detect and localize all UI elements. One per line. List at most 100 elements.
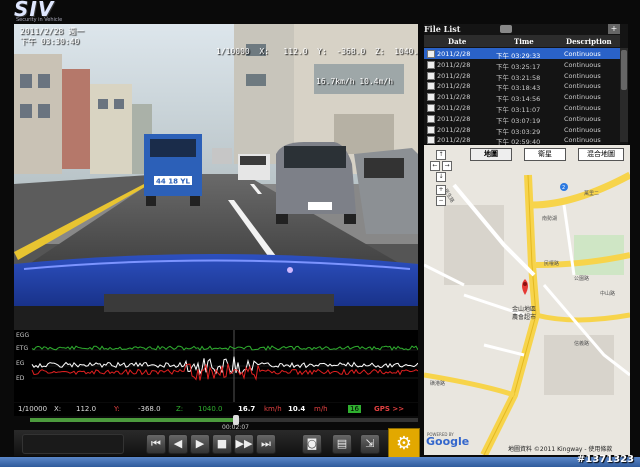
column-date[interactable]: Date xyxy=(448,37,466,46)
map-type-hybrid-button[interactable]: 混合地圖 xyxy=(578,148,624,161)
row-description: Continuous xyxy=(564,136,601,145)
status-z-label: Z: xyxy=(176,405,184,413)
row-checkbox[interactable] xyxy=(427,82,435,91)
video-panel[interactable]: 44 18 YL 2011/2/28 週一 下午 03:30:40 1/1000… xyxy=(14,24,418,330)
row-date: 2011/2/28 xyxy=(437,114,471,123)
map-panel[interactable]: 金山地區 農會超市 民生路 民權路 南勢湖 公園路 萬里二 信義路 中山路 磺港… xyxy=(424,145,630,455)
osd-sensor-xyz: 1/10000 X: 112.0 Y: -368.0 Z: 1040.0 xyxy=(216,47,418,56)
osd-time: 下午 03:30:40 xyxy=(20,37,80,46)
row-checkbox[interactable] xyxy=(427,125,435,134)
status-speed-mph: 10.4 xyxy=(288,405,306,413)
prev-icon[interactable]: ⏮ xyxy=(146,434,166,454)
row-date: 2011/2/28 xyxy=(437,71,471,80)
progress-fill xyxy=(30,418,236,422)
zoom-in-icon[interactable]: + xyxy=(436,185,446,195)
logo-tagline: Security in Vehicle xyxy=(16,17,63,23)
app-logo: SIV Security in Vehicle xyxy=(14,0,74,23)
playback-controls: ⏮ ◀ ▶ ■ ▶▶ ⏭ ◙ ▤ ⇲ xyxy=(14,430,418,456)
row-checkbox[interactable] xyxy=(427,136,435,145)
file-list-row[interactable]: 2011/2/28 下午 03:14:56 Continuous xyxy=(424,91,620,103)
export-icon[interactable]: ⇲ xyxy=(360,434,380,454)
video-osd-sensor: 1/10000 X: 112.0 Y: -368.0 Z: 1040.0 16.… xyxy=(216,27,418,107)
map-poi-label-line1: 金山地區 xyxy=(512,305,536,313)
street-label-5: 萬里二 xyxy=(584,190,599,197)
next-icon[interactable]: ⏭ xyxy=(256,434,276,454)
row-description: Continuous xyxy=(564,93,601,102)
os-taskbar xyxy=(0,457,640,467)
column-time[interactable]: Time xyxy=(514,37,534,46)
row-date: 2011/2/28 xyxy=(437,82,471,91)
row-description: Continuous xyxy=(564,60,601,69)
street-label-6: 信義路 xyxy=(574,340,589,347)
file-list-row[interactable]: 2011/2/28 下午 03:18:43 Continuous xyxy=(424,80,620,92)
forward-icon[interactable]: ▶▶ xyxy=(234,434,254,454)
row-checkbox[interactable] xyxy=(427,114,435,123)
file-list-row[interactable]: 2011/2/28 下午 03:29:33 Continuous xyxy=(424,48,620,60)
truck-plate-text: 44 18 YL xyxy=(156,178,190,186)
street-label-2: 民權路 xyxy=(544,260,559,267)
status-z-value: 1040.0 xyxy=(198,405,223,413)
file-list-row[interactable]: 2011/2/28 下午 03:03:29 Continuous xyxy=(424,124,620,136)
google-logo[interactable]: Google xyxy=(426,435,469,448)
gps-toggle[interactable]: GPS >> xyxy=(374,405,404,413)
video-osd-datetime: 2011/2/28 週一 下午 03:30:40 xyxy=(20,27,84,47)
row-checkbox[interactable] xyxy=(427,93,435,102)
status-scale: 1/10000 xyxy=(18,405,48,413)
row-description: Continuous xyxy=(564,50,601,58)
row-date: 2011/2/28 xyxy=(437,93,471,102)
row-checkbox[interactable] xyxy=(427,60,435,69)
file-list-row[interactable]: 2011/2/28 下午 03:07:19 Continuous xyxy=(424,113,620,125)
map-type-satellite-button[interactable]: 衛星 xyxy=(524,148,566,161)
map-type-map-button[interactable]: 地圖 xyxy=(470,148,512,161)
row-checkbox[interactable] xyxy=(427,50,435,58)
row-checkbox[interactable] xyxy=(427,71,435,80)
dashcam-player-window: SIV Security in Vehicle 44 18 YL 2011/2/… xyxy=(0,0,640,467)
pan-down-icon[interactable]: ↓ xyxy=(436,172,446,182)
play-icon[interactable]: ▶ xyxy=(190,434,210,454)
file-list-row[interactable]: 2011/2/28 下午 03:25:17 Continuous xyxy=(424,59,620,71)
osd-speed: 16.7km/h 10.4m/h xyxy=(316,77,394,86)
status-mph-unit: m/h xyxy=(314,405,328,413)
pan-up-icon[interactable]: ↑ xyxy=(436,150,446,160)
file-list-row[interactable]: 2011/2/28 下午 02:59:40 Continuous xyxy=(424,134,620,146)
volume-slider[interactable] xyxy=(22,434,124,454)
row-date: 2011/2/28 xyxy=(437,103,471,112)
file-list-header: Date Time Description xyxy=(424,35,620,47)
playback-progress-bar[interactable] xyxy=(30,415,418,425)
stop-icon[interactable]: ■ xyxy=(212,434,232,454)
row-date: 2011/2/28 xyxy=(437,136,471,145)
status-kmh-unit: km/h xyxy=(264,405,282,413)
rewind-icon[interactable]: ◀ xyxy=(168,434,188,454)
pan-right-icon[interactable]: → xyxy=(442,161,452,171)
gsensor-graph: EGG ETG EG ED xyxy=(14,330,418,402)
status-y-label: Y: xyxy=(114,405,120,413)
row-description: Continuous xyxy=(564,103,601,112)
street-label-4: 公園路 xyxy=(574,275,589,282)
status-x-label: X: xyxy=(54,405,62,413)
settings-gear-icon[interactable]: ⚙ xyxy=(388,428,420,460)
row-description: Continuous xyxy=(564,114,601,123)
row-description: Continuous xyxy=(564,82,601,91)
scrollbar-thumb[interactable] xyxy=(621,50,627,90)
file-list-row[interactable]: 2011/2/28 下午 03:21:58 Continuous xyxy=(424,70,620,82)
add-icon[interactable]: + xyxy=(608,24,620,34)
file-list-rows: 2011/2/28 下午 03:29:33 Continuous 2011/2/28 下… xyxy=(424,48,620,146)
street-label-7: 中山路 xyxy=(600,290,615,297)
osd-date: 2011/2/28 週一 xyxy=(20,27,85,36)
map-copyright[interactable]: 地圖資料 ©2011 Kingway - 使用條款 xyxy=(508,444,612,453)
map-poi-label-line2: 農會超市 xyxy=(512,313,536,321)
street-label-8: 磺港路 xyxy=(430,380,445,387)
file-list-title: File List xyxy=(424,24,461,34)
column-description[interactable]: Description xyxy=(566,37,612,46)
camera-icon[interactable]: ◙ xyxy=(302,434,322,454)
row-description: Continuous xyxy=(564,125,601,134)
street-label-3: 南勢湖 xyxy=(542,215,557,222)
zoom-out-icon[interactable]: − xyxy=(436,196,446,206)
graph-trace-white xyxy=(31,356,418,376)
row-checkbox[interactable] xyxy=(427,103,435,112)
pan-left-icon[interactable]: ← xyxy=(430,161,440,171)
file-list-scrollbar[interactable] xyxy=(620,48,628,142)
folder-icon[interactable] xyxy=(500,25,512,33)
file-list-row[interactable]: 2011/2/28 下午 03:11:07 Continuous xyxy=(424,102,620,114)
print-icon[interactable]: ▤ xyxy=(332,434,352,454)
